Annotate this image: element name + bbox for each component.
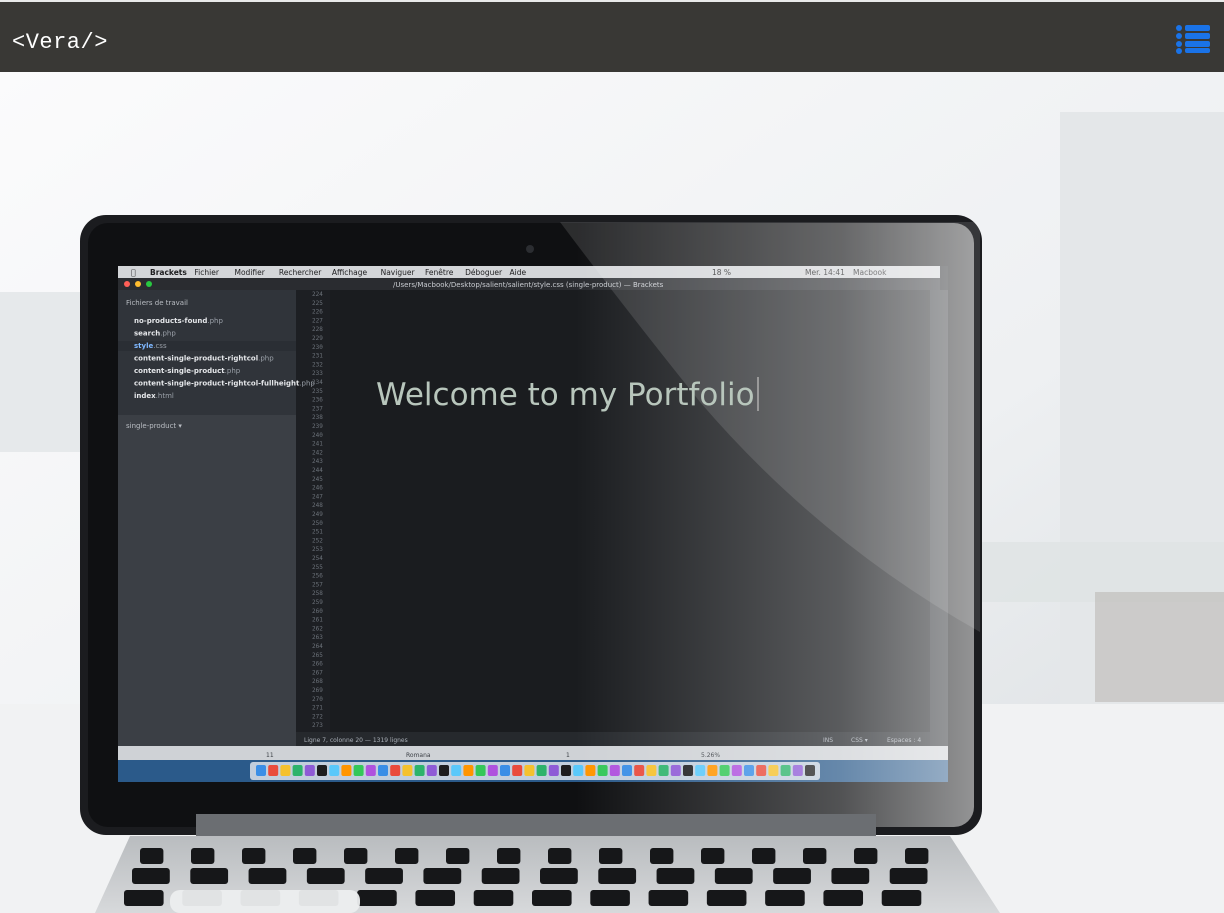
keyboard-key xyxy=(532,890,572,906)
keyboard-key xyxy=(124,890,164,906)
keyboard-key xyxy=(365,868,403,884)
keyboard-key xyxy=(357,890,397,906)
top-navbar: <Vera/> xyxy=(0,0,1224,72)
list-icon xyxy=(1176,25,1210,54)
keyboard-key xyxy=(598,868,637,884)
keyboard-key xyxy=(650,848,674,864)
keyboard-key xyxy=(446,848,470,864)
keyboard-key xyxy=(823,890,864,906)
keyboard-key xyxy=(803,848,827,864)
keyboard-key xyxy=(765,890,805,906)
keyboard-key xyxy=(648,890,689,906)
keyboard-key xyxy=(773,868,811,884)
keyboard-key xyxy=(881,890,922,906)
keyboard-key xyxy=(548,848,572,864)
keyboard-key xyxy=(497,848,521,864)
keyboard-key xyxy=(889,868,928,884)
keyboard-key xyxy=(242,848,266,864)
hero-section: BracketsFichierModifierRechercherAffich… xyxy=(0,72,1224,913)
keyboard-key xyxy=(248,868,287,884)
keyboard-key xyxy=(540,868,578,884)
keyboard-key xyxy=(415,890,456,906)
keyboard-key xyxy=(140,848,164,864)
keyboard-key xyxy=(854,848,878,864)
keyboard-key xyxy=(395,848,419,864)
keyboard-key xyxy=(752,848,776,864)
keyboard-key xyxy=(701,848,725,864)
laptop-keyboard xyxy=(95,814,1000,913)
keyboard-key xyxy=(905,848,929,864)
keyboard-key xyxy=(132,868,170,884)
keyboard-key xyxy=(481,868,520,884)
keyboard-key xyxy=(191,848,215,864)
keyboard-key xyxy=(423,868,462,884)
typing-cursor xyxy=(756,377,759,411)
keyboard-key xyxy=(706,890,747,906)
keyboard-key xyxy=(344,848,368,864)
keyboard-key xyxy=(590,890,630,906)
menu-button[interactable] xyxy=(1176,24,1210,54)
keyboard-key xyxy=(190,868,229,884)
brand-logo[interactable]: <Vera/> xyxy=(12,30,108,55)
keyboard-key xyxy=(473,890,514,906)
hero-headline-text: Welcome to my Portfolio xyxy=(376,377,755,413)
keyboard-key xyxy=(656,868,695,884)
keyboard-key xyxy=(306,868,345,884)
hero-headline: Welcome to my Portfolio xyxy=(376,377,759,413)
keyboard-key xyxy=(714,868,753,884)
keyboard-key xyxy=(599,848,623,864)
keyboard-key xyxy=(831,868,870,884)
keyboard-key xyxy=(293,848,317,864)
